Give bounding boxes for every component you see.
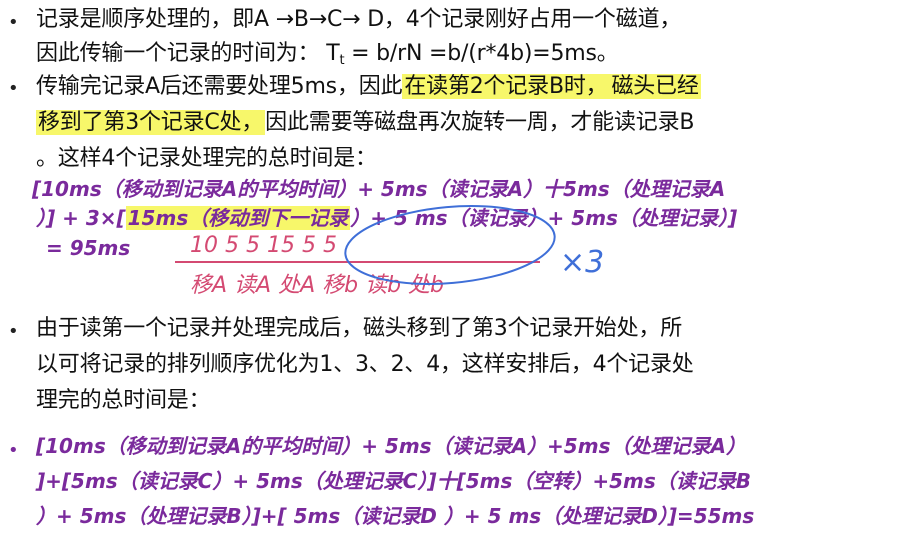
ink-numbers: 10 5 5 15 5 5 <box>190 233 337 258</box>
section1-line2: 因此传输一个记录的时间为： Tt = b/rN =b/(r*4b)=5ms。 <box>36 39 619 76</box>
section1-line1: 记录是顺序处理的，即A →B→C→ D，4个记录刚好占用一个磁道， <box>36 7 682 32</box>
section2-line1-highlight1: 在读第2个记录B时， <box>402 74 610 99</box>
formula1-line2-b: ）+ 5 ms（读记录）+ 5ms（处理记录）] <box>350 206 738 230</box>
section3-line1: 由于读第一个记录并处理完成后，磁头移到了第3个记录开始处，所 <box>36 316 682 341</box>
formula1-line2-a: ）] + 3×[ <box>36 206 126 230</box>
section2-line1: 传输完记录A后还需要处理5ms，因此在读第2个记录B时， 磁头已经 <box>36 72 701 102</box>
bullet-1: • <box>8 12 19 33</box>
section2-line2: 移到了第3个记录C处，因此需要等磁盘再次旋转一周，才能读记录B <box>36 108 694 138</box>
section3-line2: 以可将记录的排列顺序优化为1、3、2、4，这样安排后，4个记录处 <box>36 352 694 377</box>
formula1-line1: [10ms（移动到记录A的平均时间）+ 5ms（读记录A）十5ms（处理记录A <box>32 177 726 201</box>
slide: • 记录是顺序处理的，即A →B→C→ D，4个记录刚好占用一个磁道， 因此传输… <box>0 0 921 542</box>
section2-line2-highlight: 移到了第3个记录C处， <box>36 110 266 135</box>
section2-line1-highlight2: 磁头已经 <box>609 74 701 99</box>
ink-words: 移A 读A 处A 移b 读b 处b <box>190 273 444 298</box>
ink-times-three: ×3 <box>560 245 604 280</box>
bullet-4: • <box>8 440 19 461</box>
section1-line2-b: = b/rN =b/(r*4b)=5ms。 <box>344 41 619 66</box>
section3-line3: 理完的总时间是： <box>36 388 211 413</box>
section1-line2-a: 因此传输一个记录的时间为： T <box>36 41 340 66</box>
formula1-line3: = 95ms <box>46 236 131 260</box>
formula2-line3: ）+ 5ms（处理记录B）]+[ 5ms（读记录D ）+ 5 ms（处理记录D）… <box>36 504 755 528</box>
formula1-line2: ）] + 3×[15ms（移动到下一记录 ）+ 5 ms（读记录）+ 5ms（处理… <box>36 204 737 232</box>
section2-line1-a: 传输完记录A后还需要处理5ms，因此 <box>36 74 403 99</box>
section2-line3: 。这样4个记录处理完的总时间是： <box>36 146 377 171</box>
section2-line2-b: 因此需要等磁盘再次旋转一周，才能读记录B <box>265 110 695 135</box>
bullet-3: • <box>8 321 19 342</box>
formula1-line2-highlight: 15ms（移动到下一记录 <box>125 206 351 230</box>
bullet-2: • <box>8 78 19 99</box>
formula2-line2: ]+[5ms（读记录C）+ 5ms（处理记录C）]十[5ms（空转）+5ms（读… <box>36 469 752 493</box>
formula2-line1: [10ms（移动到记录A的平均时间）+ 5ms（读记录A）+5ms（处理记录A） <box>36 434 746 458</box>
